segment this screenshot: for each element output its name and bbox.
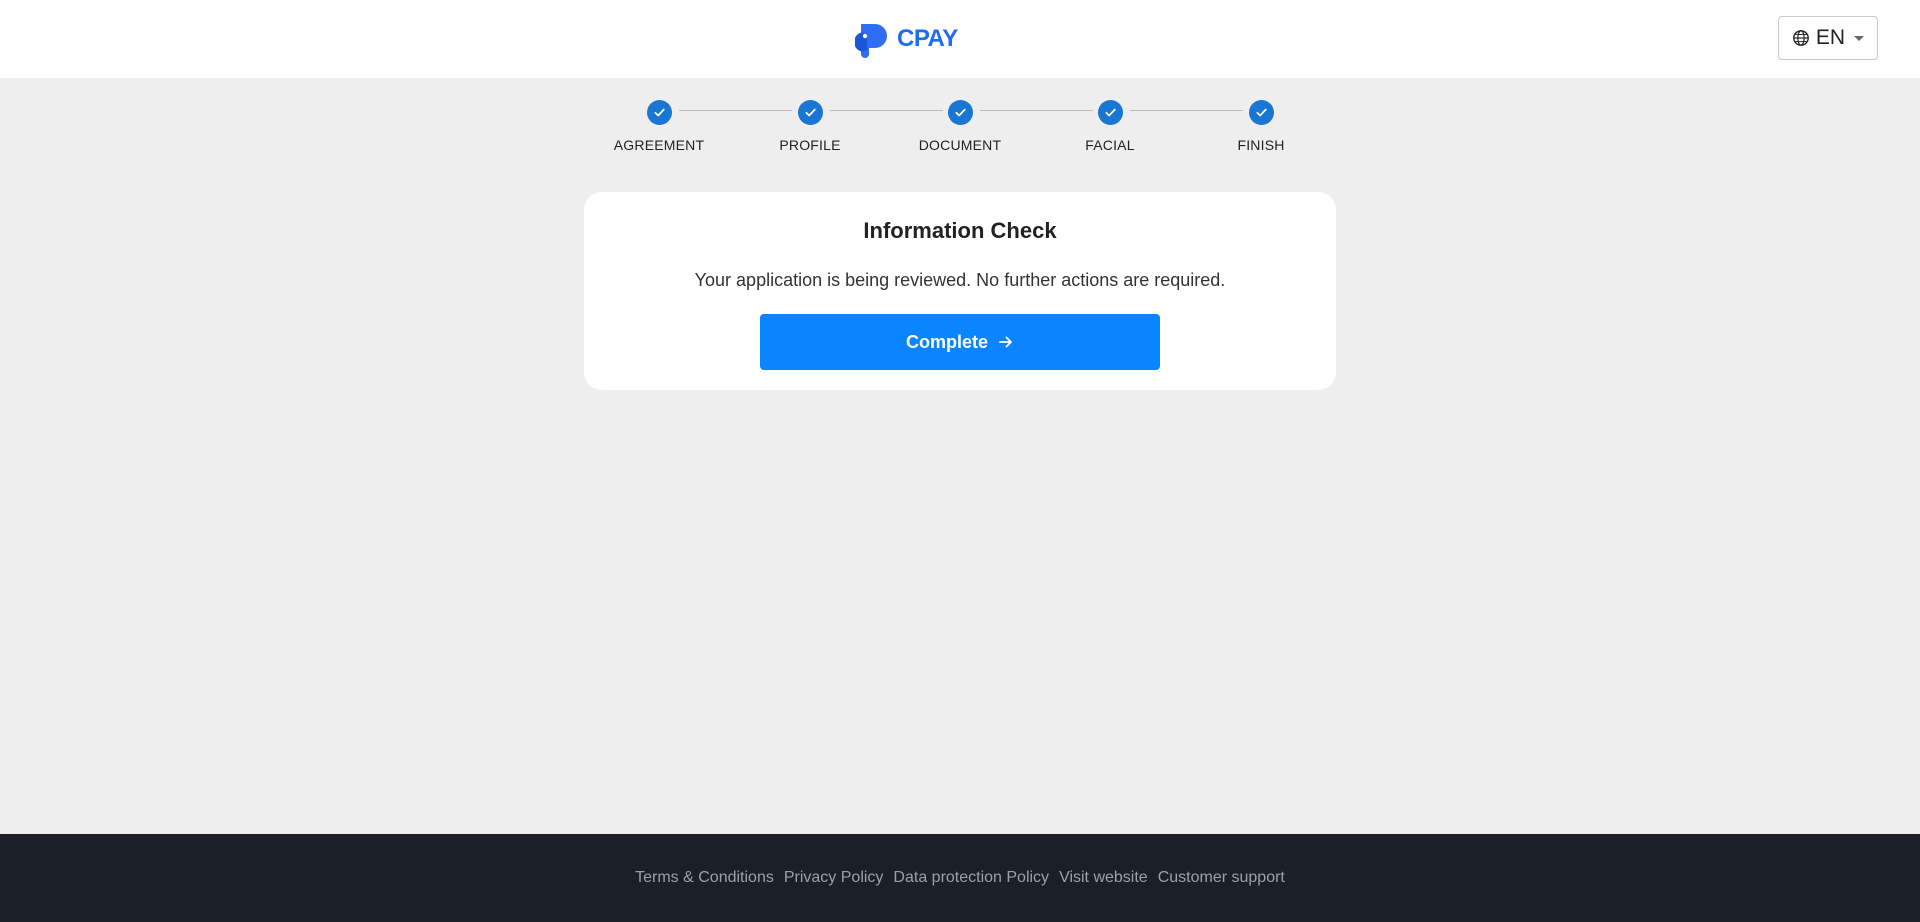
page-footer: Terms & Conditions Privacy Policy Data p… [0, 834, 1920, 922]
language-selector[interactable]: EN [1778, 16, 1878, 60]
step-label: AGREEMENT [613, 137, 705, 153]
status-message: Your application is being reviewed. No f… [694, 270, 1226, 290]
step-profile: PROFILE [740, 100, 880, 153]
chevron-down-icon [1854, 35, 1865, 41]
check-icon [947, 100, 973, 125]
check-icon [797, 100, 823, 125]
globe-icon [1793, 30, 1809, 46]
check-icon [646, 100, 672, 125]
cpay-logo-icon [855, 24, 887, 58]
complete-button-label: Complete [905, 331, 988, 352]
step-document: DOCUMENT [890, 100, 1030, 153]
footer-link-website[interactable]: Visit website [1059, 869, 1148, 887]
step-label: PROFILE [779, 137, 841, 153]
step-agreement: AGREEMENT [589, 100, 729, 153]
step-facial: FACIAL [1040, 100, 1180, 153]
check-icon [1097, 100, 1123, 125]
progress-stepper: AGREEMENT PROFILE DOCUMENT FACIAL FINISH [0, 100, 1920, 170]
complete-button[interactable]: Complete [760, 314, 1160, 370]
brand-logo[interactable]: CPAY [853, 20, 958, 58]
footer-link-privacy[interactable]: Privacy Policy [784, 869, 884, 887]
top-header: CPAY EN [0, 0, 1920, 78]
step-label: DOCUMENT [918, 137, 1002, 153]
footer-link-data-protection[interactable]: Data protection Policy [893, 869, 1049, 887]
step-label: FACIAL [1085, 137, 1135, 153]
check-icon [1248, 100, 1274, 125]
card-title: Information Check [863, 218, 1057, 243]
footer-link-support[interactable]: Customer support [1158, 869, 1285, 887]
footer-link-terms[interactable]: Terms & Conditions [635, 869, 774, 887]
step-finish: FINISH [1191, 100, 1331, 153]
language-value: EN [1815, 26, 1846, 49]
information-check-card: Information Check Your application is be… [584, 192, 1336, 390]
arrow-right-icon [999, 336, 1012, 348]
brand-name: CPAY [897, 25, 958, 52]
step-label: FINISH [1237, 137, 1285, 153]
